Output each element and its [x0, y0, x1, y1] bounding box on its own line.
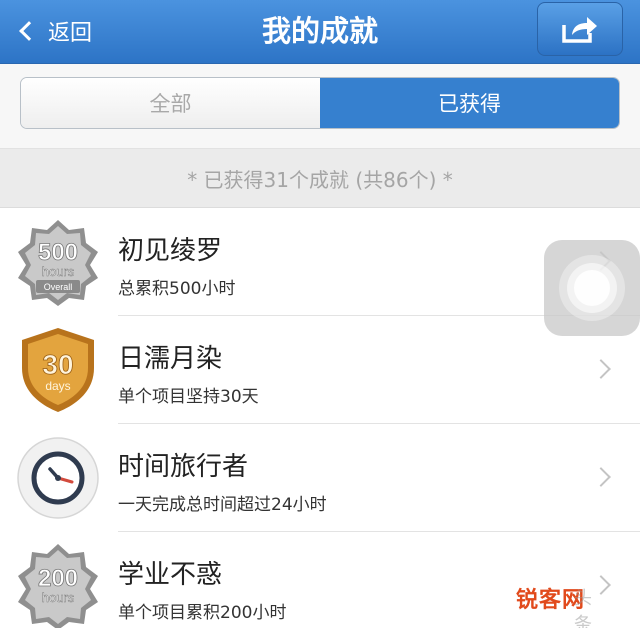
achievement-desc: 单个项目累积200小时 [118, 603, 287, 623]
clock-badge-icon [16, 434, 100, 522]
achievement-name: 日濡月染 [118, 344, 223, 374]
assistive-touch-button[interactable] [544, 240, 640, 336]
navigation-bar: 返回 我的成就 [0, 0, 640, 64]
list-item[interactable]: 30 days 日濡月染 单个项目坚持30天 [0, 316, 640, 424]
assistive-touch-icon [574, 270, 610, 306]
watermark-faint-text: 头条 @ [574, 588, 593, 628]
achievement-name: 时间旅行者 [118, 452, 249, 482]
tab-earned[interactable]: 已获得 [320, 78, 619, 128]
achievement-summary: * 已获得31个成就 (共86个) * [0, 148, 640, 208]
badge-unit: hours [42, 590, 75, 605]
badge-number: 200 [38, 565, 78, 592]
silver-500-hours-badge-icon: 500 hours Overall [16, 218, 100, 306]
achievement-name: 学业不惑 [118, 560, 223, 590]
badge-number: 30 [42, 349, 73, 380]
watermark: 锐客网 头条 @ [516, 582, 592, 628]
chevron-right-icon [591, 467, 611, 487]
achievement-desc: 总累积500小时 [118, 279, 236, 299]
gold-30-days-shield-badge-icon: 30 days [16, 326, 100, 414]
silver-200-hours-badge-icon: 200 hours [16, 542, 100, 628]
share-button[interactable] [537, 2, 623, 56]
segmented-control: 全部 已获得 [20, 77, 620, 129]
chevron-right-icon [591, 359, 611, 379]
chevron-right-icon [591, 575, 611, 595]
badge-caption: Overall [44, 282, 73, 292]
achievement-name: 初见绫罗 [118, 236, 223, 266]
tab-all[interactable]: 全部 [21, 78, 320, 128]
share-icon [562, 17, 597, 43]
badge-unit: hours [42, 264, 75, 279]
achievement-desc: 单个项目坚持30天 [118, 387, 259, 407]
list-item[interactable]: 时间旅行者 一天完成总时间超过24小时 [0, 424, 640, 532]
badge-unit: days [45, 379, 70, 393]
filter-bar: 全部 已获得 [0, 64, 640, 148]
achievement-desc: 一天完成总时间超过24小时 [118, 495, 327, 515]
badge-number: 500 [38, 239, 78, 266]
